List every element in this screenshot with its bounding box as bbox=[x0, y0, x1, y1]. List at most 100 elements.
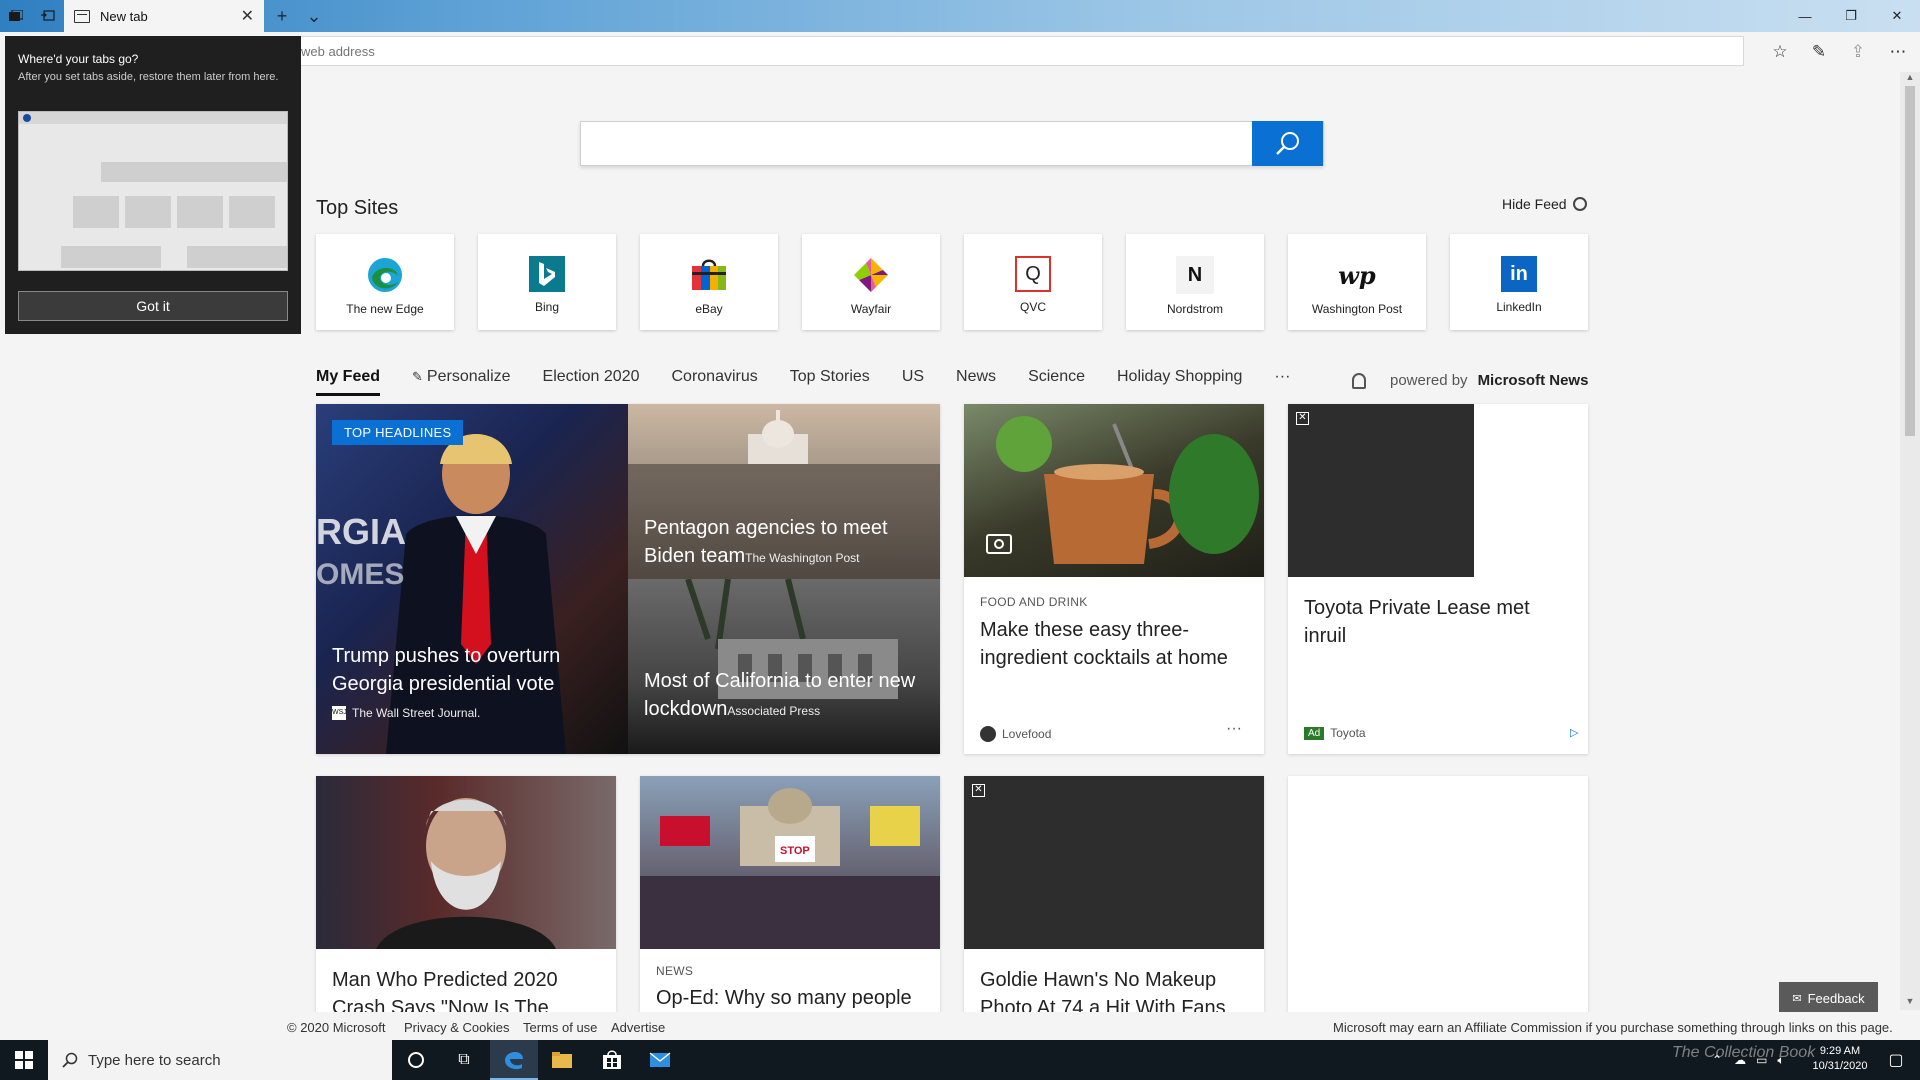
footer-privacy-link[interactable]: Privacy & Cookies bbox=[404, 1020, 509, 1035]
card-title[interactable]: Make these easy three-ingredient cocktai… bbox=[980, 616, 1250, 672]
news-card[interactable]: FOOD AND DRINK Make these easy three-ing… bbox=[964, 404, 1264, 754]
top-sites-title: Top Sites bbox=[316, 197, 399, 219]
top-site-tile[interactable]: N Nordstrom bbox=[1126, 234, 1264, 330]
hide-feed-button[interactable]: Hide Feed bbox=[1502, 196, 1587, 212]
feedback-label: Feedback bbox=[1807, 990, 1865, 1006]
web-note-pen-icon[interactable]: ✎ bbox=[1803, 36, 1835, 68]
address-input[interactable] bbox=[292, 36, 1744, 66]
tab-new-tab[interactable]: New tab ✕ bbox=[64, 0, 264, 32]
start-button[interactable] bbox=[0, 1040, 48, 1080]
hero-main-image: RGIA OMES bbox=[316, 404, 628, 754]
ad-label: Ad bbox=[1304, 726, 1325, 740]
more-menu-icon[interactable]: ⋯ bbox=[1882, 36, 1914, 68]
share-icon[interactable]: ⇪ bbox=[1842, 36, 1874, 68]
top-site-tile[interactable]: wp Washington Post bbox=[1288, 234, 1426, 330]
mail-icon[interactable] bbox=[636, 1040, 684, 1080]
powered-by: powered by Microsoft News bbox=[1352, 372, 1588, 389]
news-card[interactable]: STOP NEWS Op-Ed: Why so many people bbox=[640, 776, 940, 1016]
top-site-label: QVC bbox=[1019, 300, 1046, 314]
feedback-icon: ✉ bbox=[1792, 992, 1802, 1005]
cortana-icon[interactable] bbox=[392, 1040, 440, 1080]
footer-terms-link[interactable]: Terms of use bbox=[523, 1020, 597, 1035]
ad-image bbox=[964, 776, 1264, 949]
got-it-button[interactable]: Got it bbox=[18, 291, 288, 321]
hero-side-item-1[interactable]: Pentagon agencies to meet Biden teamThe … bbox=[644, 514, 924, 572]
feedback-button[interactable]: ✉ Feedback bbox=[1779, 982, 1878, 1014]
action-center-icon[interactable]: ▢ bbox=[1872, 1040, 1920, 1080]
scroll-up-arrow-icon[interactable]: ▲ bbox=[1900, 72, 1920, 86]
ebay-bag-icon bbox=[690, 256, 728, 294]
tabs-aside-icon[interactable] bbox=[0, 0, 32, 32]
ad-card[interactable]: ✕ Toyota Private Lease met inruil Ad Toy… bbox=[1288, 404, 1588, 754]
top-site-tile[interactable]: eBay bbox=[640, 234, 778, 330]
taskbar-search-box[interactable]: Type here to search bbox=[48, 1040, 392, 1080]
hero-main-title[interactable]: Trump pushes to overturn Georgia preside… bbox=[332, 642, 622, 698]
ad-card[interactable]: ✕ Goldie Hawn's No Makeup Photo At 74 a … bbox=[964, 776, 1264, 1016]
tab-election-2020[interactable]: Election 2020 bbox=[543, 368, 640, 396]
minimize-button[interactable]: — bbox=[1782, 0, 1828, 32]
close-window-button[interactable]: ✕ bbox=[1874, 0, 1920, 32]
close-tab-icon[interactable]: ✕ bbox=[241, 6, 254, 26]
top-site-tile[interactable]: Bing bbox=[478, 234, 616, 330]
card-title[interactable]: Man Who Predicted 2020 Crash Says "Now I… bbox=[332, 966, 602, 1016]
tab-news[interactable]: News bbox=[956, 368, 996, 396]
powered-by-brand: Microsoft News bbox=[1477, 372, 1589, 389]
card-image-protest: STOP bbox=[640, 776, 940, 949]
tab-coronavirus[interactable]: Coronavirus bbox=[672, 368, 758, 396]
favorites-star-icon[interactable]: ☆ bbox=[1764, 36, 1796, 68]
tab-science[interactable]: Science bbox=[1028, 368, 1085, 396]
search-button[interactable] bbox=[1252, 121, 1323, 166]
edge-taskbar-icon[interactable] bbox=[490, 1040, 538, 1080]
more-tabs-button[interactable]: ··· bbox=[1274, 368, 1290, 396]
taskbar-search-placeholder: Type here to search bbox=[88, 1051, 221, 1069]
adchoices-icon[interactable]: ▷ bbox=[1570, 726, 1578, 739]
web-search-input[interactable] bbox=[580, 121, 1324, 166]
card-more-button[interactable]: ··· bbox=[1226, 720, 1242, 738]
top-site-tile[interactable]: in LinkedIn bbox=[1450, 234, 1588, 330]
ad-image bbox=[1288, 404, 1474, 577]
set-tabs-aside-icon[interactable] bbox=[32, 0, 64, 32]
scroll-down-arrow-icon[interactable]: ▼ bbox=[1900, 996, 1920, 1010]
top-site-label: Washington Post bbox=[1311, 302, 1403, 316]
footer-advertise-link[interactable]: Advertise bbox=[611, 1020, 665, 1035]
card-title[interactable]: Op-Ed: Why so many people bbox=[656, 984, 926, 1012]
tab-us[interactable]: US bbox=[902, 368, 924, 396]
task-view-icon[interactable]: ⧉ bbox=[440, 1040, 488, 1080]
card-source-text: Lovefood bbox=[1002, 727, 1052, 741]
top-site-tile[interactable]: Wayfair bbox=[802, 234, 940, 330]
news-card[interactable]: Man Who Predicted 2020 Crash Says "Now I… bbox=[316, 776, 616, 1016]
bell-icon[interactable] bbox=[1352, 372, 1366, 389]
new-tab-button[interactable]: + bbox=[266, 0, 298, 32]
tab-holiday-shopping[interactable]: Holiday Shopping bbox=[1117, 368, 1242, 396]
top-site-tile[interactable]: Q QVC bbox=[964, 234, 1102, 330]
popup-title: Where'd your tabs go? bbox=[18, 52, 139, 66]
tab-my-feed[interactable]: My Feed bbox=[316, 368, 381, 396]
hide-feed-label: Hide Feed bbox=[1502, 196, 1567, 212]
windows-logo-icon bbox=[15, 1051, 33, 1069]
hero-side-item-2[interactable]: Most of California to enter new lockdown… bbox=[644, 667, 928, 725]
edge-logo-icon bbox=[366, 256, 404, 294]
scroll-thumb[interactable] bbox=[1905, 86, 1915, 436]
page-scrollbar[interactable]: ▲ ▼ bbox=[1900, 72, 1920, 1010]
file-explorer-icon[interactable] bbox=[538, 1040, 586, 1080]
restore-button[interactable]: ❐ bbox=[1828, 0, 1874, 32]
store-icon[interactable] bbox=[588, 1040, 636, 1080]
search-icon bbox=[1275, 131, 1299, 155]
top-site-tile[interactable]: The new Edge bbox=[316, 234, 454, 330]
top-site-label: The new Edge bbox=[346, 302, 424, 316]
ad-title[interactable]: Toyota Private Lease met inruil bbox=[1304, 594, 1574, 650]
tab-list-chevron-icon[interactable]: ⌄ bbox=[298, 0, 330, 32]
wayfair-logo-icon bbox=[852, 256, 890, 294]
hero-side-source-1: The Washington Post bbox=[745, 551, 860, 565]
tab-personalize[interactable]: ✎ Personalize bbox=[412, 368, 511, 396]
washington-post-logo-icon: wp bbox=[1338, 260, 1376, 290]
card-source: Lovefood bbox=[980, 726, 1051, 742]
card-title[interactable]: Goldie Hawn's No Makeup Photo At 74 a Hi… bbox=[980, 966, 1250, 1016]
popup-illustration bbox=[18, 111, 288, 271]
svg-text:RGIA: RGIA bbox=[316, 511, 406, 552]
page-footer: © 2020 Microsoft Privacy & Cookies Terms… bbox=[0, 1012, 1900, 1040]
svg-text:STOP: STOP bbox=[780, 845, 810, 857]
hero-carousel[interactable]: RGIA OMES TOP HEADLINES Trump pushes to o… bbox=[316, 404, 940, 754]
top-site-label: Nordstrom bbox=[1166, 302, 1223, 316]
tab-top-stories[interactable]: Top Stories bbox=[790, 368, 870, 396]
